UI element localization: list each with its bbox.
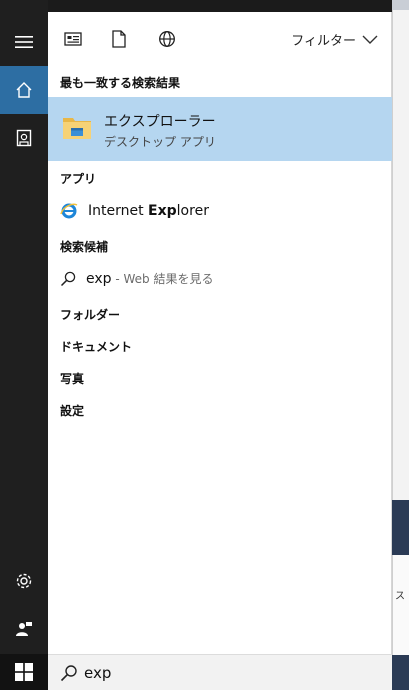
chevron-down-icon [362,35,378,44]
best-match-subtitle: デスクトップ アプリ [104,135,216,149]
filter-toolbar: フィルター [48,12,392,66]
filter-dropdown[interactable]: フィルター [291,30,378,49]
left-rail [0,0,48,690]
filter-apps-button[interactable] [62,28,84,50]
globe-icon [159,31,175,47]
web-suggestion-item[interactable]: exp - Web 結果を見る [60,270,213,287]
filter-label: フィルター [291,34,356,49]
suggestion-label: exp - Web 結果を見る [86,271,214,287]
section-suggestions: 検索候補 [60,240,109,254]
search-results-panel: フィルター 最も一致する検索結果 エクスプローラー デスクトップ アプリ アプリ [48,12,392,654]
app-window-icon [64,32,82,46]
hamburger-icon [15,36,33,48]
filter-documents-button[interactable] [108,28,130,50]
search-box[interactable] [48,654,392,690]
best-match-item[interactable]: エクスプローラー デスクトップ アプリ [48,97,392,161]
section-settings[interactable]: 設定 [60,402,84,419]
desktop-window [392,10,409,500]
document-icon [112,30,126,48]
section-best-match: 最も一致する検索結果 [60,76,181,90]
windows-logo-icon [15,663,33,681]
app-result-item[interactable]: Internet Explorer [60,202,209,220]
home-button[interactable] [0,66,48,114]
internet-explorer-icon [60,203,78,219]
desktop-window-text: ス [395,591,405,602]
search-input[interactable] [84,661,374,685]
filter-web-button[interactable] [156,28,178,50]
menu-button[interactable] [0,18,48,66]
notebook-button[interactable] [0,114,48,162]
search-box-icon [60,664,78,686]
section-documents[interactable]: ドキュメント [60,338,132,355]
desktop-window-top [392,0,409,10]
gear-icon [16,573,32,589]
search-icon [60,271,76,286]
feedback-button[interactable] [0,605,48,653]
file-explorer-icon [62,113,92,145]
home-icon [16,82,32,98]
section-apps: アプリ [60,172,97,186]
section-folders[interactable]: フォルダー [60,306,120,323]
desktop-window-lower: ス [392,555,409,655]
settings-button[interactable] [0,557,48,605]
desktop-background: ス [392,0,409,690]
user-feedback-icon [16,622,32,636]
notebook-icon [16,129,32,147]
start-button[interactable] [0,654,48,690]
app-result-label: Internet Explorer [88,203,209,219]
start-search-screen: ス フィルター 最も一致する検索結果 エクスプローラー デスクトップ アプリ ア… [0,0,409,690]
best-match-title: エクスプローラー [104,114,216,130]
section-photos[interactable]: 写真 [60,370,84,387]
